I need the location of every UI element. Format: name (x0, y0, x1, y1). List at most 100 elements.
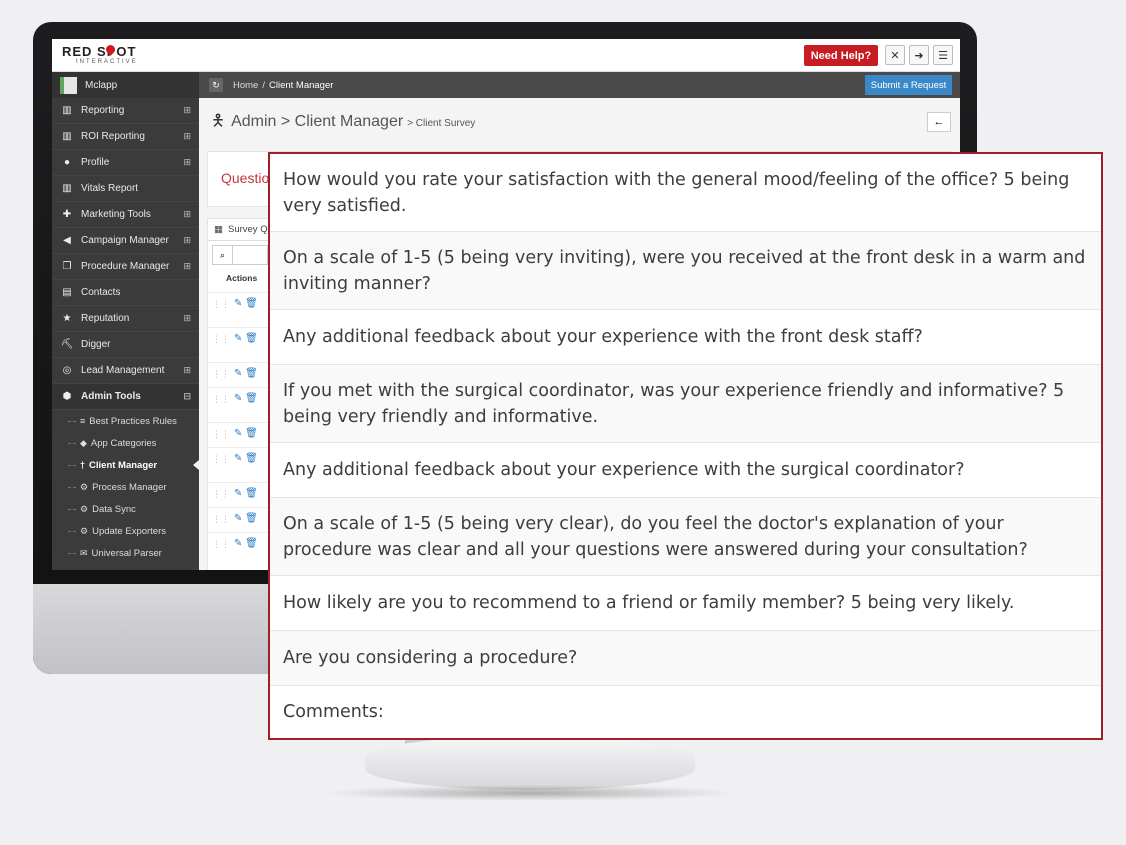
edit-icon[interactable]: ✎ (234, 428, 242, 439)
drag-handle-icon[interactable]: ⋮⋮ (212, 369, 230, 380)
expand-icon[interactable]: ⊞ (183, 209, 191, 220)
back-button[interactable]: ← (927, 112, 951, 132)
cogs-icon: ⚙ (80, 503, 89, 514)
drag-handle-icon[interactable]: ⋮⋮ (212, 454, 230, 465)
survey-question[interactable]: How likely are you to recommend to a fri… (270, 576, 1101, 631)
trash-icon[interactable]: 🗑 (245, 513, 258, 524)
star-icon: ★ (62, 313, 72, 324)
survey-question[interactable]: Are you considering a procedure? (270, 631, 1101, 686)
edit-icon[interactable]: ✎ (234, 393, 242, 404)
sidebar-item-label: Admin Tools (81, 391, 141, 402)
edit-icon[interactable]: ✎ (234, 298, 242, 309)
survey-question[interactable]: On a scale of 1-5 (5 being very inviting… (270, 232, 1101, 310)
sidebar-item-vitals-report[interactable]: ▥ Vitals Report (52, 176, 199, 202)
survey-question[interactable]: On a scale of 1-5 (5 being very clear), … (270, 498, 1101, 576)
sidebar-subitem-data-sync[interactable]: ⚙ Data Sync (52, 498, 199, 520)
user-icon: ● (63, 157, 71, 168)
trash-icon[interactable]: 🗑 (245, 453, 258, 464)
survey-question[interactable]: If you met with the surgical coordinator… (270, 365, 1101, 443)
table-row: ⋮⋮ ✎ 🗑 (208, 327, 268, 352)
sidebar-subitem-update-exporters[interactable]: ⚙ Update Exporters (52, 520, 199, 542)
fullscreen-icon[interactable]: ✕ (885, 45, 905, 65)
sidebar-item-contacts[interactable]: ▤ Contacts (52, 280, 199, 306)
expand-icon[interactable]: ⊞ (183, 105, 191, 116)
survey-question[interactable]: Any additional feedback about your exper… (270, 310, 1101, 365)
sidebar-subitem-label: Data Sync (92, 503, 136, 515)
sidebar-item-lead-management[interactable]: ◎ Lead Management ⊞ (52, 358, 199, 384)
drag-handle-icon[interactable]: ⋮⋮ (212, 489, 230, 500)
edit-icon[interactable]: ✎ (234, 333, 242, 344)
sidebar-subitem-label: Universal Parser (91, 547, 162, 559)
sidebar-item-campaign-manager[interactable]: ◀ Campaign Manager ⊞ (52, 228, 199, 254)
trash-icon[interactable]: 🗑 (245, 333, 258, 344)
refresh-icon[interactable]: ↻ (209, 78, 223, 92)
sidebar-item-label: Digger (81, 339, 111, 350)
expand-icon[interactable]: ⊞ (183, 365, 191, 376)
sidebar-item-procedure-manager[interactable]: ❐ Procedure Manager ⊞ (52, 254, 199, 280)
sidebar-subitem-best-practices-rules[interactable]: ≡ Best Practices Rules (52, 410, 199, 432)
survey-question[interactable]: Any additional feedback about your exper… (270, 443, 1101, 498)
sidebar-item-marketing-tools[interactable]: ✚ Marketing Tools ⊞ (52, 202, 199, 228)
submit-request-button[interactable]: Submit a Request (865, 75, 952, 95)
bar-chart-icon: ▥ (62, 105, 72, 116)
sidebar-subitem-universal-parser[interactable]: ✉ Universal Parser (52, 542, 199, 564)
edit-icon[interactable]: ✎ (234, 538, 242, 549)
sidebar-item-roi-reporting[interactable]: ▥ ROI Reporting ⊞ (52, 124, 199, 150)
trash-icon[interactable]: 🗑 (245, 538, 258, 549)
trash-icon[interactable]: 🗑 (245, 298, 258, 309)
monitor-stand-base (365, 736, 695, 790)
sidebar-subitem-client-manager[interactable]: † Client Manager (52, 454, 199, 476)
need-help-button[interactable]: Need Help? (804, 45, 878, 66)
table-row: ⋮⋮ ✎ 🗑 (208, 362, 268, 387)
trash-icon[interactable]: 🗑 (245, 488, 258, 499)
user-name: Mclapp (85, 79, 118, 91)
trash-icon[interactable]: 🗑 (245, 393, 258, 404)
sign-out-icon[interactable]: ➜ (909, 45, 929, 65)
trash-icon[interactable]: 🗑 (245, 368, 258, 379)
logo-subtext: INTERACTIVE (76, 59, 138, 65)
trash-icon[interactable]: 🗑 (245, 428, 258, 439)
copy-icon: ❐ (62, 261, 72, 272)
breadcrumb-home[interactable]: Home (233, 80, 258, 91)
survey-question[interactable]: How would you rate your satisfaction wit… (270, 154, 1101, 232)
sidebar-item-label: Procedure Manager (81, 261, 170, 272)
sidebar-item-reporting[interactable]: ▥ Reporting ⊞ (52, 98, 199, 124)
search-icon[interactable]: ⌕ (213, 246, 233, 264)
drag-handle-icon[interactable]: ⋮⋮ (212, 429, 230, 440)
table-row: ⋮⋮ ✎ 🗑 (208, 292, 268, 317)
table-row: ⋮⋮ ✎ 🗑 (208, 482, 268, 507)
figure-icon: † (80, 460, 86, 470)
sidebar-item-profile[interactable]: ● Profile ⊞ (52, 150, 199, 176)
drag-handle-icon[interactable]: ⋮⋮ (212, 539, 230, 550)
table-row: ⋮⋮ ✎ 🗑 (208, 532, 268, 557)
table-icon: ▦ (214, 224, 223, 235)
expand-icon[interactable]: ⊞ (183, 157, 191, 168)
edit-icon[interactable]: ✎ (234, 368, 242, 379)
edit-icon[interactable]: ✎ (234, 513, 242, 524)
drag-handle-icon[interactable]: ⋮⋮ (212, 299, 230, 310)
sidebar-item-admin-tools[interactable]: ⬢ Admin Tools ⊟ (52, 384, 199, 410)
figure-icon: 🯅 (211, 113, 226, 130)
collapse-icon[interactable]: ⊟ (183, 391, 191, 402)
drag-handle-icon[interactable]: ⋮⋮ (212, 334, 230, 345)
expand-icon[interactable]: ⊞ (183, 313, 191, 324)
table-search[interactable]: ⌕ (212, 245, 268, 265)
list-icon: ≡ (80, 416, 86, 426)
sidebar-item-label: Reporting (81, 105, 125, 116)
edit-icon[interactable]: ✎ (234, 453, 242, 464)
survey-question[interactable]: Comments: (270, 686, 1101, 738)
menu-icon[interactable]: ☰ (933, 45, 953, 65)
expand-icon[interactable]: ⊞ (183, 131, 191, 142)
drag-handle-icon[interactable]: ⋮⋮ (212, 394, 230, 405)
expand-icon[interactable]: ⊞ (183, 235, 191, 246)
sidebar-subitem-process-manager[interactable]: ⚙ Process Manager (52, 476, 199, 498)
sidebar-item-reputation[interactable]: ★ Reputation ⊞ (52, 306, 199, 332)
sidebar-user[interactable]: Mclapp (52, 72, 199, 98)
edit-icon[interactable]: ✎ (234, 488, 242, 499)
expand-icon[interactable]: ⊞ (183, 261, 191, 272)
sidebar-item-digger[interactable]: ⛏ Digger (52, 332, 199, 358)
sidebar-subitem-app-categories[interactable]: ◆ App Categories (52, 432, 199, 454)
envelope-icon: ✉ (80, 547, 88, 558)
logo[interactable]: RED SPOT INTERACTIVE (62, 43, 142, 69)
drag-handle-icon[interactable]: ⋮⋮ (212, 514, 230, 525)
